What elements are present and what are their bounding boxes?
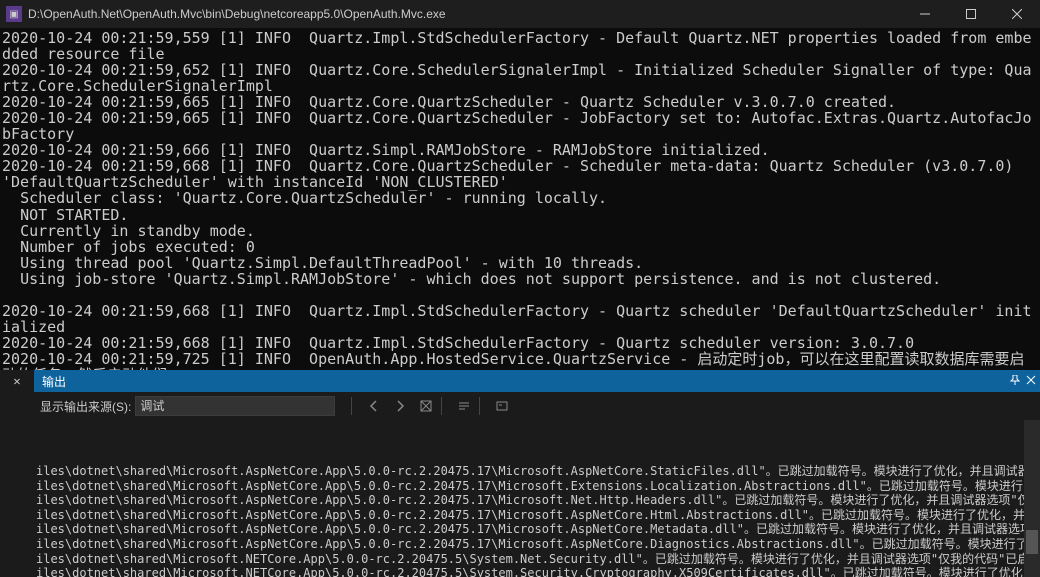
output-line: iles\dotnet\shared\Microsoft.AspNetCore.… <box>36 479 1038 494</box>
output-source-label: 显示输出来源(S): <box>40 398 131 415</box>
clear-all-button[interactable] <box>415 395 437 417</box>
output-line: iles\dotnet\shared\Microsoft.AspNetCore.… <box>36 508 1038 523</box>
output-body[interactable]: iles\dotnet\shared\Microsoft.AspNetCore.… <box>34 420 1040 577</box>
panel-gutter <box>0 392 34 577</box>
panel-close-button[interactable]: ✕ <box>0 370 34 392</box>
close-panel-icon[interactable] <box>1026 374 1036 388</box>
scrollbar-thumb[interactable] <box>1026 530 1038 554</box>
maximize-button[interactable] <box>948 0 994 28</box>
title-bar: ▣ D:\OpenAuth.Net\OpenAuth.Mvc\bin\Debug… <box>0 0 1040 28</box>
output-line: iles\dotnet\shared\Microsoft.NETCore.App… <box>36 566 1038 577</box>
window-title: D:\OpenAuth.Net\OpenAuth.Mvc\bin\Debug\n… <box>28 7 902 21</box>
output-toolbar: 显示输出来源(S): 调试 <box>34 392 1040 420</box>
minimize-button[interactable] <box>902 0 948 28</box>
output-line: iles\dotnet\shared\Microsoft.AspNetCore.… <box>36 522 1038 537</box>
toggle-word-wrap-button[interactable] <box>453 395 475 417</box>
program-output-button[interactable] <box>491 395 513 417</box>
output-panel: ✕ 输出 显示输出来源(S): 调试 <box>0 370 1040 577</box>
output-scrollbar[interactable] <box>1024 420 1040 577</box>
output-line: iles\dotnet\shared\Microsoft.AspNetCore.… <box>36 464 1038 479</box>
output-line: iles\dotnet\shared\Microsoft.AspNetCore.… <box>36 493 1038 508</box>
output-tab-label: 输出 <box>42 373 66 390</box>
output-tab[interactable]: 输出 <box>34 370 1040 392</box>
pin-icon[interactable] <box>1010 374 1020 388</box>
console-output[interactable]: 2020-10-24 00:21:59,559 [1] INFO Quartz.… <box>0 28 1040 370</box>
output-line: iles\dotnet\shared\Microsoft.NETCore.App… <box>36 552 1038 567</box>
next-message-button[interactable] <box>389 395 411 417</box>
prev-message-button[interactable] <box>363 395 385 417</box>
output-line: iles\dotnet\shared\Microsoft.AspNetCore.… <box>36 537 1038 552</box>
close-button[interactable] <box>994 0 1040 28</box>
output-source-select[interactable]: 调试 <box>135 396 335 416</box>
window-controls <box>902 0 1040 28</box>
app-icon: ▣ <box>6 6 22 22</box>
